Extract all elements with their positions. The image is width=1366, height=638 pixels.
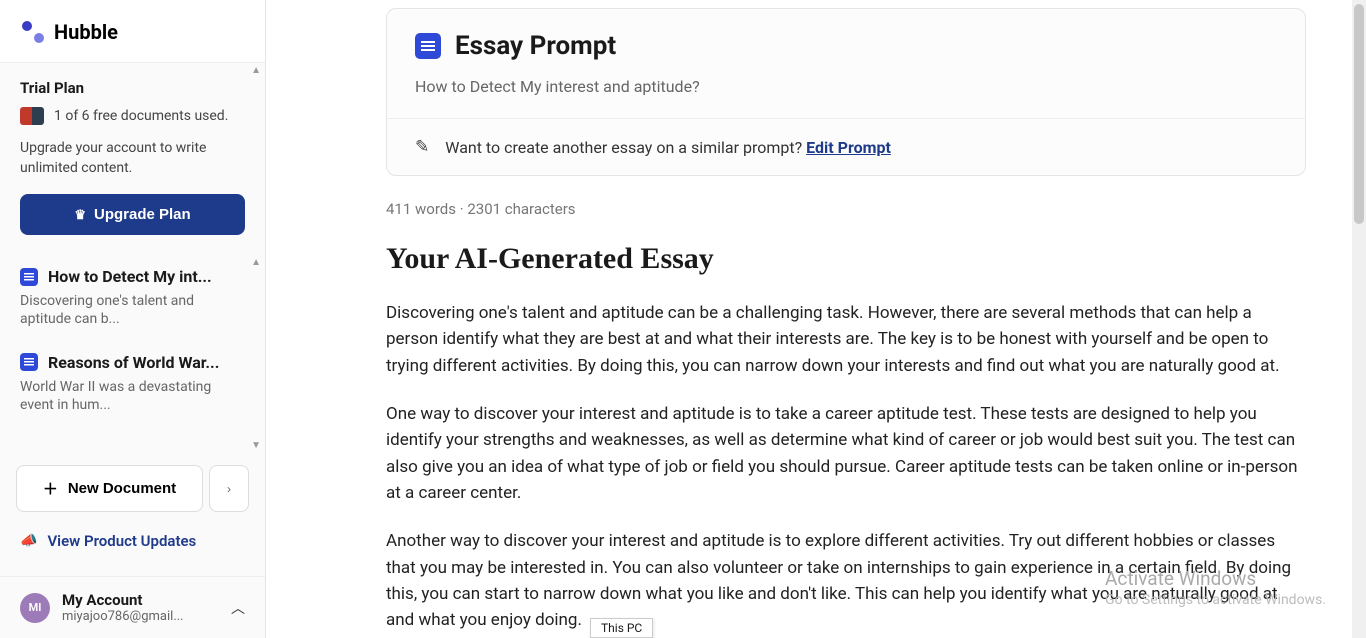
document-item[interactable]: Reasons of World War... World War II was…: [16, 341, 249, 426]
upgrade-plan-button[interactable]: ♛ Upgrade Plan: [20, 194, 245, 235]
chevron-up-icon: ︿: [231, 598, 245, 618]
app-name: Hubble: [54, 20, 118, 44]
essay-title: Your AI-Generated Essay: [386, 242, 1306, 276]
document-preview: World War II was a devastating event in …: [20, 378, 245, 414]
chevron-right-icon: ›: [227, 482, 231, 496]
essay-paragraph: Discovering one's talent and aptitude ca…: [386, 300, 1306, 379]
document-item[interactable]: How to Detect My int... Discovering one'…: [16, 255, 249, 340]
scroll-up-icon[interactable]: ▲: [251, 257, 261, 268]
document-title: How to Detect My int...: [48, 267, 212, 286]
plan-description: Upgrade your account to write unlimited …: [20, 139, 245, 178]
scroll-down-icon[interactable]: ▼: [251, 440, 261, 451]
new-document-label: New Document: [68, 480, 176, 497]
scrollbar-thumb[interactable]: [1354, 4, 1364, 224]
scroll-up-icon[interactable]: ▲: [251, 65, 261, 76]
account-menu[interactable]: MI My Account miyajoo786@gmail... ︿: [0, 576, 265, 638]
essay-body: Discovering one's talent and aptitude ca…: [386, 300, 1306, 638]
account-title: My Account: [62, 591, 219, 609]
prompt-footer-text: Want to create another essay on a simila…: [445, 138, 891, 157]
megaphone-icon: 📣: [20, 533, 37, 549]
document-preview: Discovering one's talent and aptitude ca…: [20, 292, 245, 328]
document-icon: [20, 353, 38, 371]
bottom-actions: ＋ New Document › 📣 View Product Updates: [0, 453, 265, 576]
prompt-text: How to Detect My interest and aptitude?: [387, 67, 1305, 118]
avatar: MI: [20, 593, 50, 623]
app-logo[interactable]: Hubble: [0, 0, 265, 62]
prompt-section-title: Essay Prompt: [455, 31, 616, 61]
edit-icon: ✎: [415, 137, 429, 157]
document-title: Reasons of World War...: [48, 353, 219, 372]
scrollbar[interactable]: [1352, 0, 1366, 638]
main-content: Essay Prompt How to Detect My interest a…: [266, 0, 1366, 638]
account-email: miyajoo786@gmail...: [62, 609, 219, 624]
expand-sidebar-button[interactable]: ›: [209, 465, 249, 512]
usage-icon: [20, 107, 44, 125]
essay-paragraph: Another way to discover your interest an…: [386, 528, 1306, 633]
word-count-stats: 411 words · 2301 characters: [386, 200, 1306, 218]
plan-section: ▲ Trial Plan 1 of 6 free documents used.…: [0, 62, 265, 255]
document-icon: [415, 33, 441, 59]
edit-prompt-link[interactable]: Edit Prompt: [806, 138, 891, 157]
usage-text: 1 of 6 free documents used.: [54, 108, 228, 124]
essay-prompt-card: Essay Prompt How to Detect My interest a…: [386, 8, 1306, 176]
upgrade-label: Upgrade Plan: [94, 206, 191, 223]
view-updates-link[interactable]: 📣 View Product Updates: [16, 524, 249, 564]
sidebar: Hubble ▲ Trial Plan 1 of 6 free document…: [0, 0, 266, 638]
documents-list: ▲ How to Detect My int... Discovering on…: [0, 255, 265, 453]
new-document-button[interactable]: ＋ New Document: [16, 465, 203, 512]
plan-title: Trial Plan: [20, 79, 245, 97]
hubble-logo-icon: [22, 21, 44, 43]
document-icon: [20, 268, 38, 286]
plan-usage: 1 of 6 free documents used.: [20, 107, 245, 125]
taskbar-tooltip: This PC: [590, 618, 653, 638]
essay-paragraph: One way to discover your interest and ap…: [386, 401, 1306, 506]
plus-icon: ＋: [43, 478, 58, 499]
updates-label: View Product Updates: [47, 532, 196, 550]
crown-icon: ♛: [74, 207, 86, 223]
